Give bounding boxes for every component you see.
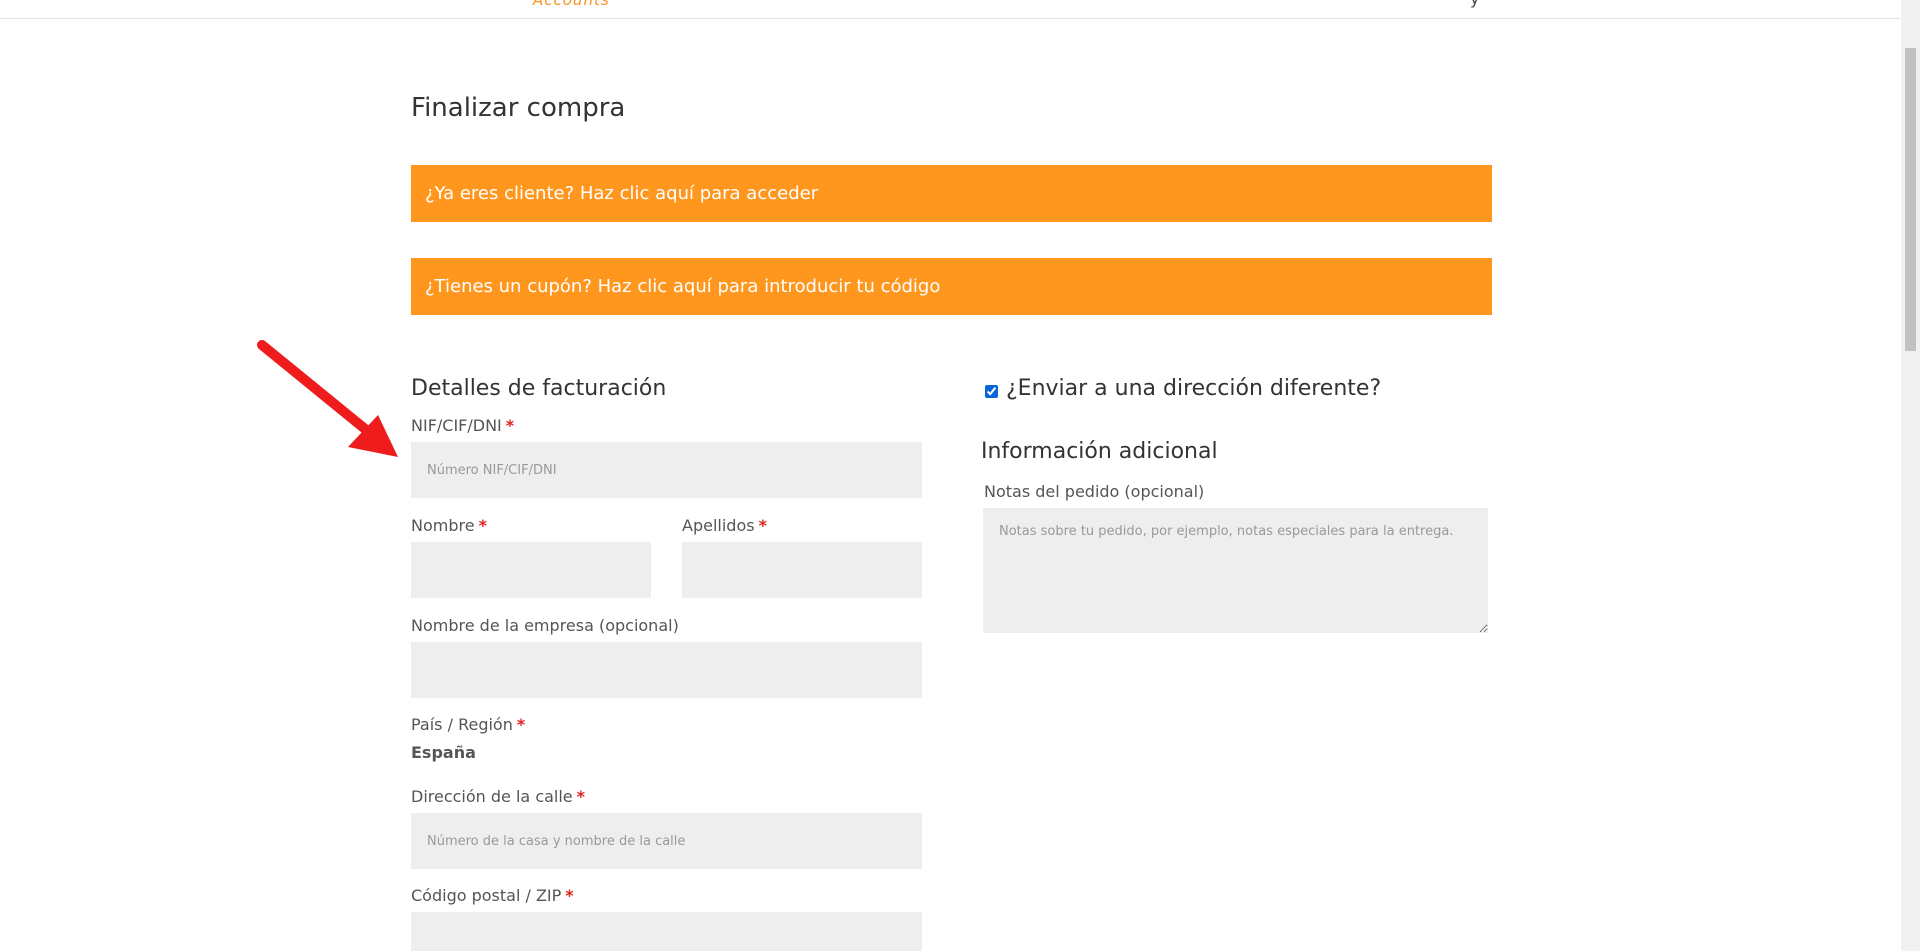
nif-input[interactable]: [411, 442, 922, 498]
additional-info-title: Información adicional: [981, 439, 1218, 464]
country-label: País / Región *: [411, 715, 525, 734]
company-label-text: Nombre de la empresa (opcional): [411, 616, 679, 635]
order-notes-label-text: Notas del pedido (opcional): [984, 482, 1205, 501]
billing-section-title: Detalles de facturación: [411, 376, 667, 401]
site-logo[interactable]: Accounts: [533, 0, 610, 9]
annotation-arrow-icon: [257, 340, 398, 457]
country-value: España: [411, 743, 476, 762]
required-mark: *: [758, 516, 767, 535]
street-input[interactable]: [411, 813, 922, 869]
required-mark: *: [478, 516, 487, 535]
required-mark: *: [505, 416, 515, 435]
first-name-input[interactable]: [411, 542, 651, 598]
first-name-label: Nombre *: [411, 516, 487, 535]
last-name-label-text: Apellidos: [682, 516, 755, 535]
order-notes-label: Notas del pedido (opcional): [984, 482, 1204, 501]
site-header: Accounts y: [0, 0, 1900, 19]
nif-label: NIF/CIF/DNI *: [411, 416, 514, 435]
coupon-notice-link[interactable]: ¿Tienes un cupón? Haz clic aquí para int…: [411, 258, 1492, 315]
required-mark: *: [565, 886, 574, 905]
company-label: Nombre de la empresa (opcional): [411, 616, 679, 635]
postcode-input[interactable]: [411, 912, 922, 951]
postcode-label-text: Código postal / ZIP: [411, 886, 562, 905]
nif-label-text: NIF/CIF/DNI: [411, 416, 502, 435]
page-scrollbar[interactable]: [1901, 0, 1920, 951]
header-menu-item[interactable]: y: [1470, 0, 1479, 8]
required-mark: *: [576, 787, 586, 806]
login-notice-link[interactable]: ¿Ya eres cliente? Haz clic aquí para acc…: [411, 165, 1492, 222]
order-notes-textarea[interactable]: [983, 508, 1488, 633]
country-label-text: País / Región: [411, 715, 513, 734]
last-name-input[interactable]: [682, 542, 922, 598]
postcode-label: Código postal / ZIP *: [411, 886, 574, 905]
company-input[interactable]: [411, 642, 922, 698]
ship-different-label[interactable]: ¿Enviar a una dirección diferente?: [1006, 376, 1381, 401]
street-label-text: Dirección de la calle: [411, 787, 573, 806]
page-title: Finalizar compra: [411, 93, 626, 123]
scrollbar-thumb[interactable]: [1905, 48, 1916, 351]
first-name-label-text: Nombre: [411, 516, 475, 535]
required-mark: *: [516, 715, 526, 734]
ship-different-checkbox[interactable]: [985, 385, 998, 398]
street-label: Dirección de la calle *: [411, 787, 585, 806]
last-name-label: Apellidos *: [682, 516, 767, 535]
